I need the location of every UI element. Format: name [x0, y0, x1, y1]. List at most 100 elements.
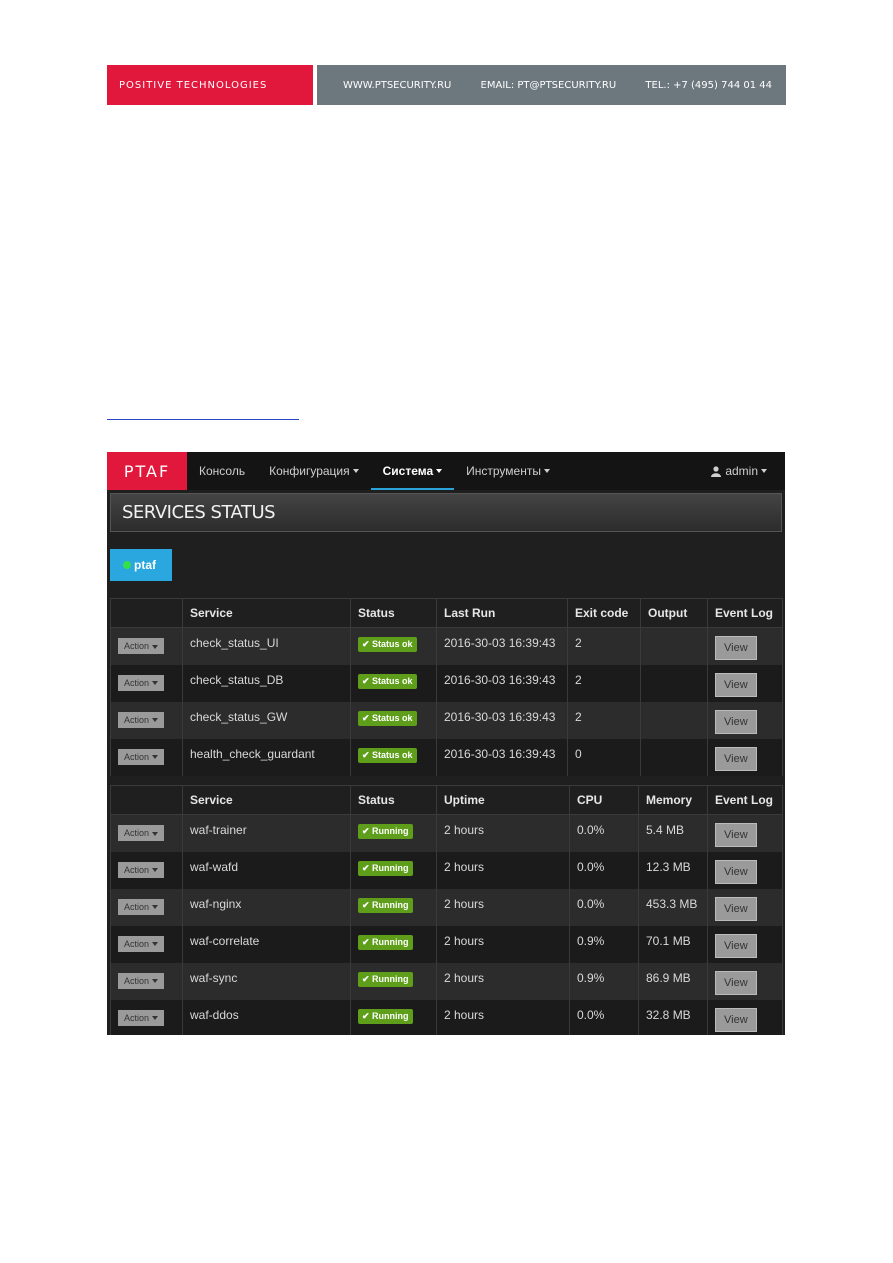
status-text: Status ok	[372, 639, 413, 649]
last-run: 2016-30-03 16:39:43	[436, 701, 568, 739]
action-dropdown-button[interactable]: Action	[118, 711, 165, 728]
action-cell: Action	[110, 999, 183, 1035]
event-log-cell: View	[707, 627, 783, 665]
action-dropdown-button[interactable]: Action	[118, 935, 165, 952]
services-table: Service Status Uptime CPU Memory Event L…	[110, 785, 783, 1035]
chevron-down-icon	[152, 979, 159, 984]
exit-code-text: 2	[575, 672, 582, 687]
cpu: 0.0%	[569, 999, 639, 1035]
view-button[interactable]: View	[715, 970, 757, 995]
output	[640, 664, 708, 702]
table-row: Action waf-sync ✔ Running 2 hours 0.9% 86.9 M…	[110, 962, 783, 1000]
action-label: Action	[124, 901, 150, 912]
cpu: 0.9%	[569, 962, 639, 1000]
user-menu[interactable]: admin	[711, 452, 767, 490]
status-text: Running	[372, 1010, 409, 1021]
nav-tools[interactable]: Инструменты	[454, 452, 562, 490]
status-text: Status ok	[372, 749, 413, 760]
phone-number: TEL.: +7 (495) 744 01 44	[645, 79, 772, 91]
service-name: check_status_DB	[182, 664, 351, 702]
view-button[interactable]: View	[715, 636, 757, 660]
status-text: Status ok	[372, 675, 413, 686]
chevron-down-icon	[152, 1016, 159, 1021]
service-name-text: waf-sync	[190, 970, 238, 985]
nav-console[interactable]: Консоль	[187, 452, 257, 490]
event-log-cell: View	[707, 999, 783, 1035]
tab-label: ptaf	[134, 558, 156, 572]
checks-table: Service Status Last Run Exit code Output…	[110, 598, 783, 776]
company-name: POSITIVE TECHNOLOGIES	[107, 65, 313, 105]
service-name: health_check_guardant	[182, 738, 351, 776]
status-badge: ✔ Status ok	[358, 637, 417, 652]
status-badge: ✔ Running	[358, 1008, 413, 1024]
tab-ptaf[interactable]: ptaf	[110, 549, 172, 581]
brand-logo[interactable]: PTAF	[107, 452, 187, 490]
user-icon	[711, 465, 722, 477]
status-text: Running	[372, 899, 409, 910]
view-button[interactable]: View	[715, 823, 757, 847]
view-button[interactable]: View	[715, 746, 757, 771]
action-dropdown-button[interactable]: Action	[118, 674, 165, 691]
view-button[interactable]: View	[715, 1007, 757, 1032]
view-button[interactable]: View	[715, 672, 757, 697]
status-text: Running	[372, 862, 409, 873]
chevron-down-icon	[152, 644, 159, 649]
memory: 12.3 MB	[638, 851, 708, 889]
uptime-text: 2 hours	[444, 933, 485, 948]
action-dropdown-button[interactable]: Action	[118, 898, 165, 915]
action-cell: Action	[110, 627, 183, 665]
table-row: Action waf-wafd ✔ Running 2 hours 0.0% 12.3 M…	[110, 851, 783, 889]
chevron-down-icon	[436, 469, 443, 473]
chevron-down-icon	[152, 718, 159, 723]
view-button[interactable]: View	[715, 859, 757, 884]
last-run-text: 2016-30-03 16:39:43	[444, 636, 556, 650]
email-link[interactable]: EMAIL: PT@PTSECURITY.RU	[481, 80, 617, 91]
table-row: Action check_status_DB ✔ Status ok 2016-30-…	[110, 664, 783, 702]
document-link-underline[interactable]	[107, 419, 299, 420]
chevron-down-icon	[761, 469, 767, 473]
service-name: waf-ddos	[182, 999, 351, 1035]
table-row: Action health_check_guardant ✔ Status ok 20…	[110, 738, 783, 776]
uptime: 2 hours	[436, 999, 570, 1035]
action-dropdown-button[interactable]: Action	[118, 638, 165, 654]
service-name-text: waf-nginx	[190, 896, 242, 911]
nav-system-label: Система	[382, 464, 434, 478]
view-button[interactable]: View	[715, 709, 757, 734]
table-row: Action waf-trainer ✔ Running 2 hours 0.0% 5.4…	[110, 814, 783, 852]
action-dropdown-button[interactable]: Action	[118, 861, 165, 878]
cpu: 0.0%	[569, 814, 639, 852]
view-button[interactable]: View	[715, 896, 757, 921]
services-header-row: Service Status Uptime CPU Memory Event L…	[110, 785, 783, 815]
exit-code: 2	[567, 664, 641, 702]
action-dropdown-button[interactable]: Action	[118, 1009, 165, 1026]
uptime-text: 2 hours	[444, 970, 485, 985]
output	[640, 627, 708, 665]
uptime: 2 hours	[436, 851, 570, 889]
action-label: Action	[124, 751, 150, 762]
check-icon: ✔	[362, 749, 373, 760]
event-log-cell: View	[707, 888, 783, 926]
cpu: 0.9%	[569, 925, 639, 963]
action-dropdown-button[interactable]: Action	[118, 825, 165, 841]
cpu-text: 0.9%	[577, 970, 605, 985]
action-cell: Action	[110, 962, 183, 1000]
service-name: waf-nginx	[182, 888, 351, 926]
uptime-text: 2 hours	[444, 896, 485, 911]
status-text: Running	[372, 826, 409, 836]
action-label: Action	[124, 828, 150, 838]
view-button[interactable]: View	[715, 933, 757, 958]
website-link[interactable]: WWW.PTSECURITY.RU	[343, 80, 451, 91]
nav-system[interactable]: Система	[370, 452, 455, 490]
action-dropdown-button[interactable]: Action	[118, 972, 165, 989]
service-name-text: health_check_guardant	[190, 746, 315, 761]
column-header: Memory	[638, 785, 708, 815]
chevron-down-icon	[152, 681, 159, 686]
nav-configuration[interactable]: Конфигурация	[257, 452, 371, 490]
cpu-text: 0.9%	[577, 933, 605, 948]
last-run-text: 2016-30-03 16:39:43	[444, 746, 556, 761]
column-header: Service	[182, 785, 351, 815]
service-name-text: check_status_UI	[190, 636, 279, 650]
action-dropdown-button[interactable]: Action	[118, 748, 165, 765]
last-run: 2016-30-03 16:39:43	[436, 664, 568, 702]
event-log-cell: View	[707, 814, 783, 852]
